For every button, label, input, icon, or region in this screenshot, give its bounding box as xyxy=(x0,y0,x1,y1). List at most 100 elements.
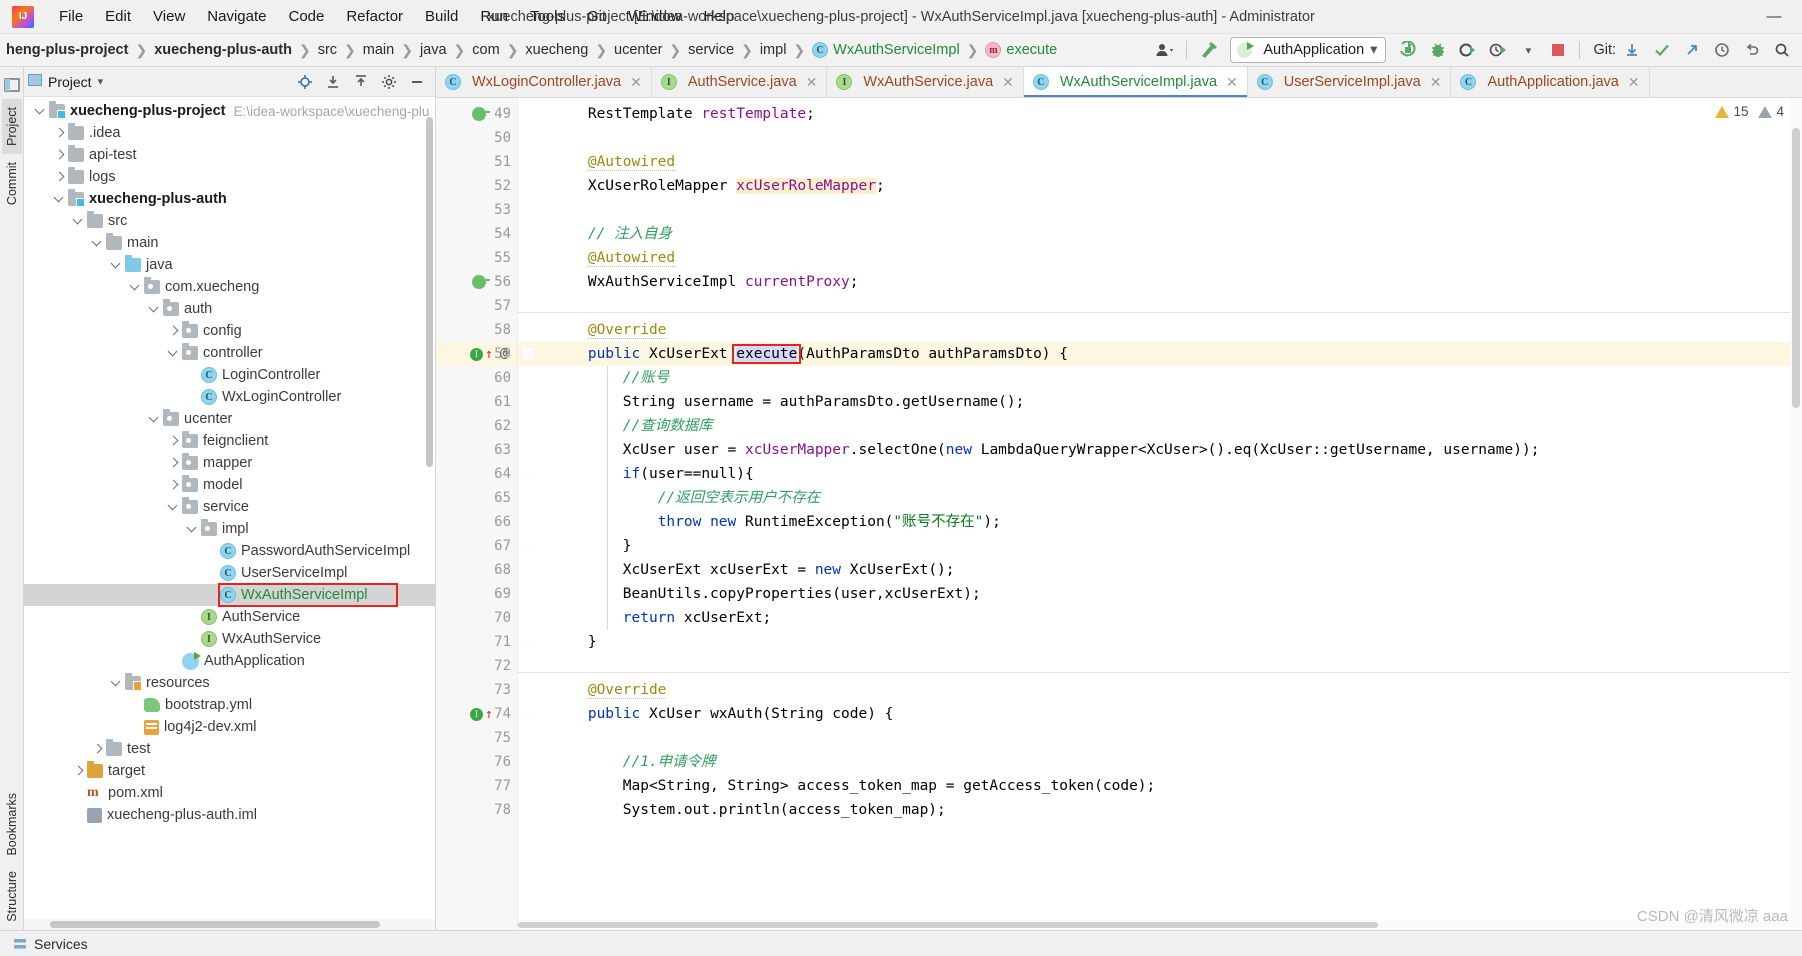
code-line[interactable]: throw new RuntimeException("账号不存在"); xyxy=(518,510,1802,534)
gutter-line[interactable]: 56 xyxy=(436,270,517,294)
tree-row[interactable]: xuecheng-plus-project E:\idea-workspace\x… xyxy=(24,100,435,122)
tree-row[interactable]: C WxLoginController xyxy=(24,386,435,408)
tree-row[interactable]: ucenter xyxy=(24,408,435,430)
breadcrumb-item-project[interactable]: heng-plus-project xyxy=(2,40,132,60)
override-arrow-icon[interactable]: ↑ xyxy=(485,708,493,721)
chevron-right-icon[interactable] xyxy=(53,127,66,140)
tree-row[interactable]: auth xyxy=(24,298,435,320)
tree-row[interactable]: bootstrap.yml xyxy=(24,694,435,716)
gutter-line[interactable]: 62 xyxy=(436,414,517,438)
tree-row[interactable]: resources xyxy=(24,672,435,694)
breadcrumb-item-module[interactable]: xuecheng-plus-auth xyxy=(150,40,296,60)
sidebar-item-structure[interactable]: Structure xyxy=(2,863,22,930)
chevron-down-icon[interactable] xyxy=(167,347,180,360)
gutter-line[interactable]: 49 xyxy=(436,102,517,126)
git-push-icon[interactable] xyxy=(1678,37,1706,63)
project-tree[interactable]: xuecheng-plus-project E:\idea-workspace\x… xyxy=(24,97,435,930)
debug-icon[interactable] xyxy=(1424,37,1452,63)
implemented-method-icon[interactable] xyxy=(472,275,490,289)
run-icon[interactable] xyxy=(1394,37,1422,63)
code-line[interactable]: XcUserExt xcUserExt = new XcUserExt(); xyxy=(518,558,1802,582)
editor-horizontal-scrollbar[interactable] xyxy=(518,920,1790,930)
sidebar-item-bookmarks[interactable]: Bookmarks xyxy=(2,785,22,864)
chevron-right-icon[interactable] xyxy=(167,479,180,492)
gutter-line[interactable]: 69 xyxy=(436,582,517,606)
git-update-icon[interactable] xyxy=(1618,37,1646,63)
editor-tab[interactable]: I AuthService.java ✕ xyxy=(651,67,828,97)
chevron-down-icon[interactable] xyxy=(129,281,142,294)
gutter-marker[interactable] xyxy=(472,275,490,289)
inspection-summary[interactable]: 15 4 xyxy=(1715,104,1784,119)
chevron-down-icon[interactable] xyxy=(186,523,199,536)
code-line[interactable]: public XcUser wxAuth(String code) { xyxy=(518,702,1802,726)
gear-icon[interactable] xyxy=(375,69,403,95)
hammer-build-icon[interactable] xyxy=(1194,37,1222,63)
breadcrumb-item-service[interactable]: service xyxy=(684,40,738,60)
menu-refactor[interactable]: Refactor xyxy=(335,4,414,29)
gutter-line[interactable]: 75 xyxy=(436,726,517,750)
code-line[interactable]: BeanUtils.copyProperties(user,xcUserExt)… xyxy=(518,582,1802,606)
undo-icon[interactable] xyxy=(1738,37,1766,63)
code-fold-handle[interactable] xyxy=(523,636,534,647)
code-line[interactable]: @Override xyxy=(518,318,1802,342)
code-fold-handle[interactable] xyxy=(523,468,534,479)
code-line[interactable]: if(user==null){ xyxy=(518,462,1802,486)
scrollbar-thumb[interactable] xyxy=(1792,128,1800,408)
tree-row[interactable]: target xyxy=(24,760,435,782)
close-icon[interactable]: ✕ xyxy=(1226,74,1238,91)
profiler-dropdown-caret-icon[interactable]: ▾ xyxy=(1514,37,1542,63)
gutter-line[interactable]: 50 xyxy=(436,126,517,150)
profiler-icon[interactable] xyxy=(1484,37,1512,63)
gutter-line[interactable]: 71 xyxy=(436,630,517,654)
tree-row[interactable]: xuecheng-plus-auth.iml xyxy=(24,804,435,826)
code-line[interactable]: // 注入自身 xyxy=(518,222,1802,246)
gutter-line[interactable]: 76 xyxy=(436,750,517,774)
gutter-line[interactable]: I ↑ @59 xyxy=(436,342,517,366)
gutter-line[interactable]: 63 xyxy=(436,438,517,462)
code-line[interactable]: @Autowired xyxy=(518,246,1802,270)
close-icon[interactable]: ✕ xyxy=(1430,74,1442,91)
breadcrumb-item-method[interactable]: m execute xyxy=(981,40,1061,60)
tree-row[interactable]: src xyxy=(24,210,435,232)
close-icon[interactable]: ✕ xyxy=(806,74,818,91)
code-line[interactable] xyxy=(518,726,1802,750)
gutter-line[interactable]: 70 xyxy=(436,606,517,630)
gutter-line[interactable]: 66 xyxy=(436,510,517,534)
gutter-line[interactable]: 52 xyxy=(436,174,517,198)
chevron-right-icon[interactable] xyxy=(167,435,180,448)
editor-tab[interactable]: C UserServiceImpl.java ✕ xyxy=(1247,67,1452,97)
code-line[interactable]: @Override xyxy=(518,678,1802,702)
tree-row[interactable]: C LoginController xyxy=(24,364,435,386)
menu-build[interactable]: Build xyxy=(414,4,469,29)
sidebar-item-commit[interactable]: Commit xyxy=(2,154,22,213)
annotation-gutter-mark[interactable]: @ xyxy=(500,342,508,366)
menu-code[interactable]: Code xyxy=(277,4,335,29)
override-arrow-icon[interactable]: ↑ xyxy=(485,348,493,361)
editor-gutter[interactable]: 49 50 51 52 53 54 55 56 57 58 I ↑ @59 60 61 62 63 64 65 66 6… xyxy=(436,98,518,930)
overriding-method-icon[interactable]: I xyxy=(470,347,483,361)
tree-row[interactable]: model xyxy=(24,474,435,496)
user-profile-icon[interactable] xyxy=(1151,37,1179,63)
chevron-down-icon[interactable] xyxy=(91,237,104,250)
locate-target-icon[interactable] xyxy=(291,69,319,95)
run-with-coverage-icon[interactable] xyxy=(1454,37,1482,63)
tree-row[interactable]: AuthApplication xyxy=(24,650,435,672)
code-line[interactable]: XcUserRoleMapper xcUserRoleMapper; xyxy=(518,174,1802,198)
menu-file[interactable]: File xyxy=(48,4,94,29)
expand-all-icon[interactable] xyxy=(319,69,347,95)
chevron-right-icon[interactable] xyxy=(167,457,180,470)
breadcrumb-item-xuecheng[interactable]: xuecheng xyxy=(521,40,592,60)
tree-row[interactable]: main xyxy=(24,232,435,254)
menu-view[interactable]: View xyxy=(142,4,196,29)
editor-tab[interactable]: C AuthApplication.java ✕ xyxy=(1451,67,1650,97)
project-tree-vertical-scrollbar[interactable] xyxy=(424,97,435,918)
chevron-down-icon[interactable] xyxy=(72,215,85,228)
gutter-marker[interactable] xyxy=(472,107,490,121)
project-panel-title[interactable]: Project ▾ xyxy=(28,73,103,90)
editor-tab-bar[interactable]: C WxLoginController.java ✕ I AuthService.jav… xyxy=(436,67,1802,98)
gutter-line[interactable]: 68 xyxy=(436,558,517,582)
tree-row[interactable]: xuecheng-plus-auth xyxy=(24,188,435,210)
tree-row[interactable]: logs xyxy=(24,166,435,188)
code-line[interactable]: //账号 xyxy=(518,366,1802,390)
menu-navigate[interactable]: Navigate xyxy=(196,4,277,29)
